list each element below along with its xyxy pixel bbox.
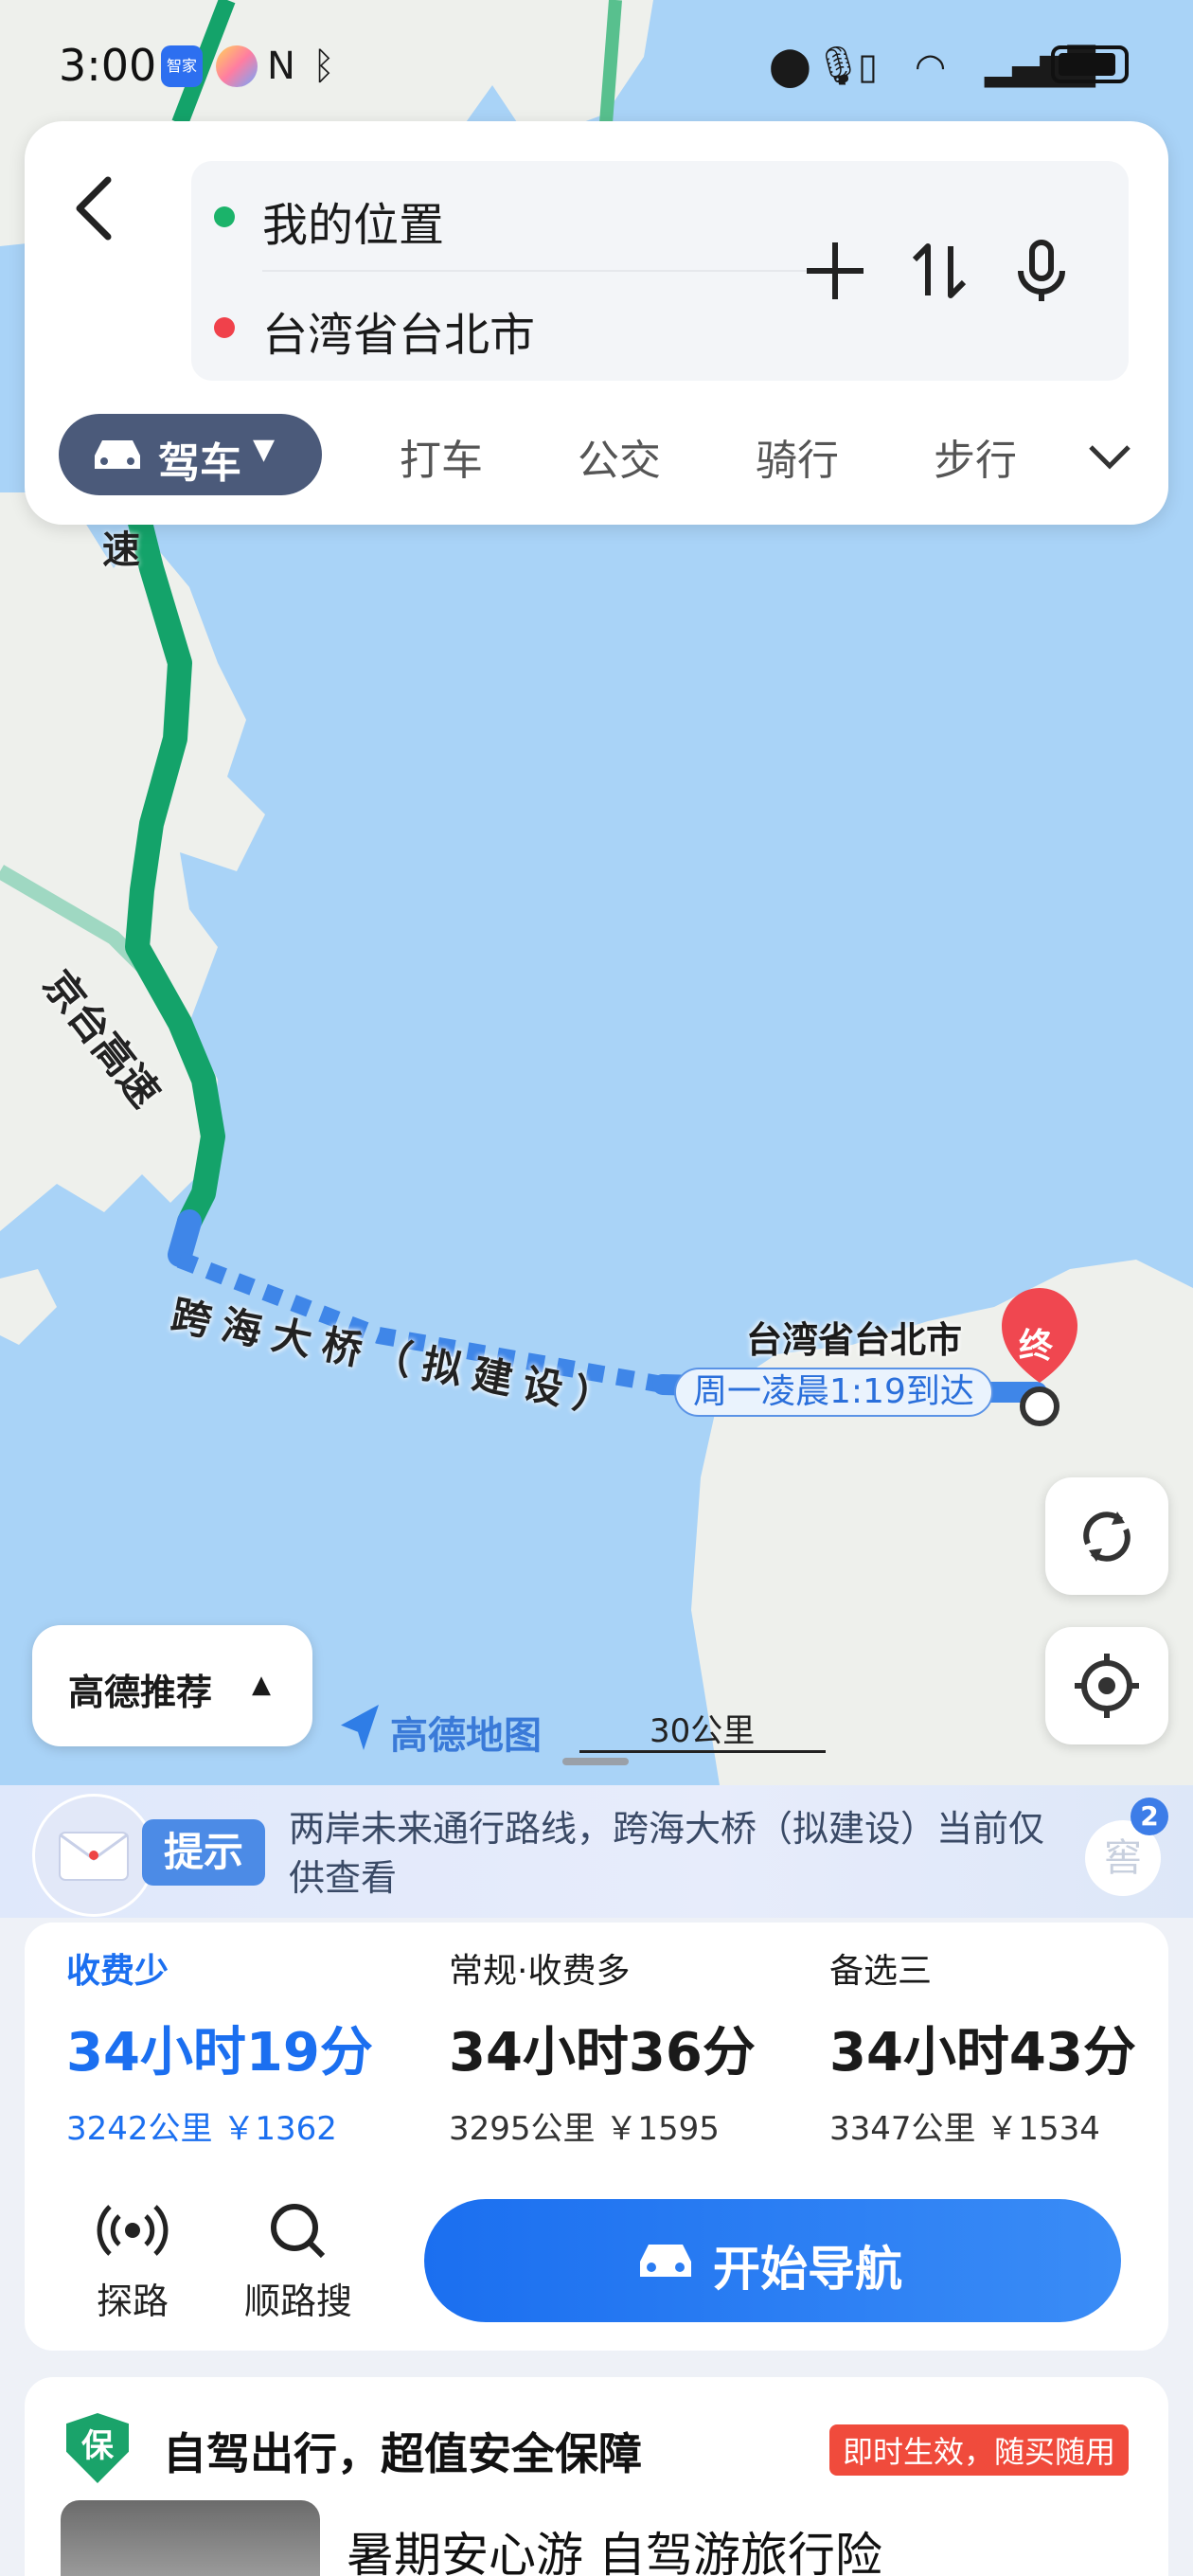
route-option-1[interactable]: 收费少 34小时19分 3242公里 ￥1362 [25, 1923, 407, 2169]
search-along-button[interactable]: 顺路搜 [237, 2197, 360, 2324]
road-label-top: 速 [102, 528, 140, 572]
chevron-down-icon[interactable] [1085, 432, 1134, 481]
caret-down-icon: ▼ [253, 433, 276, 466]
tip-badge: 提示 [142, 1819, 265, 1886]
route-info: 3242公里 ￥1362 [66, 2110, 337, 2148]
mode-walk-tab[interactable]: 步行 [934, 426, 1017, 487]
route-option-3[interactable]: 备选三 34小时43分 3347公里 ￥1534 [788, 1923, 1168, 2169]
mode-bike-tab[interactable]: 骑行 [756, 426, 839, 487]
amap-logo-text: 高德地图 [390, 1714, 542, 1758]
clock: 3:00 [59, 40, 157, 91]
insurance-tag: 即时生效，随买随用 [829, 2424, 1130, 2476]
route-time: 34小时36分 [449, 2022, 756, 2084]
location-icon: ⬤ [769, 45, 811, 88]
refresh-button[interactable] [1045, 1477, 1168, 1595]
status-bar: 3:00 智家 N ᛒ ⬤ 🎙 ▯ ◠ ▂▄▆█ [0, 0, 1193, 133]
eta-label: 周一凌晨1:19到达 [674, 1368, 993, 1417]
route-inputs: 我的位置 台湾省台北市 [191, 161, 1129, 381]
route-tag: 常规·收费多 [449, 1952, 631, 1991]
mail-icon [32, 1794, 155, 1917]
broadcast-icon [97, 2205, 169, 2256]
route-time: 34小时19分 [66, 2022, 373, 2084]
route-option-2[interactable]: 常规·收费多 34小时36分 3295公里 ￥1595 [407, 1923, 788, 2169]
start-navigation-button[interactable]: 开始导航 [424, 2199, 1121, 2322]
insurance-subtitle: 暑期安心游 自驾游旅行险 [347, 2528, 882, 2576]
bluetooth-icon: ᛒ [312, 45, 335, 88]
add-waypoint-icon[interactable] [797, 233, 873, 309]
avatar-count-badge: 2 [1131, 1798, 1168, 1835]
app-badge-icon: 智家 [161, 45, 203, 87]
scale-label: 30公里 [650, 1712, 756, 1750]
assistant-icon [216, 45, 258, 87]
search-icon [271, 2204, 326, 2259]
car-icon [95, 440, 140, 469]
battery-icon [1051, 45, 1129, 83]
refresh-icon [1083, 1512, 1131, 1562]
voice-input-icon[interactable] [1004, 233, 1079, 309]
preference-label: 高德推荐 [68, 1672, 213, 1713]
insurance-title: 自驾出行，超值安全保障 [163, 2428, 642, 2479]
end-marker-text: 终 [1019, 1327, 1054, 1366]
destination-field[interactable]: 台湾省台北市 [262, 297, 535, 364]
divider [262, 270, 811, 272]
origin-field[interactable]: 我的位置 [262, 188, 444, 254]
route-info: 3347公里 ￥1534 [829, 2110, 1100, 2148]
mode-taxi-tab[interactable]: 打车 [400, 426, 483, 487]
search-along-label: 顺路搜 [243, 2281, 352, 2322]
drag-handle[interactable] [562, 1758, 629, 1765]
back-button[interactable] [66, 170, 123, 246]
wifi-icon: ◠ [915, 45, 947, 87]
mode-drive-tab[interactable]: 驾车 ▼ [59, 414, 322, 495]
caret-up-icon: ▲ [252, 1671, 271, 1699]
explore-button[interactable]: 探路 [85, 2197, 180, 2324]
car-icon [640, 2245, 691, 2277]
explore-label: 探路 [96, 2281, 169, 2322]
preference-dropdown[interactable]: 高德推荐 ▲ [32, 1625, 312, 1746]
nfc-icon: N [267, 45, 295, 88]
destination-label: 台湾省台北市 [746, 1319, 963, 1361]
route-tag: 收费少 [66, 1952, 169, 1991]
locate-button[interactable] [1045, 1627, 1168, 1744]
vibrate-icon: ▯ [858, 45, 878, 87]
mode-transit-tab[interactable]: 公交 [578, 426, 661, 487]
route-info: 3295公里 ￥1595 [449, 2110, 720, 2148]
tip-text: 两岸未来通行路线，跨海大桥（拟建设）当前仅供查看 [289, 1808, 1045, 1899]
destination-dot-icon [214, 317, 235, 338]
swap-icon[interactable] [901, 233, 977, 309]
crosshair-icon [1075, 1654, 1139, 1718]
mic-icon: 🎙 [814, 45, 863, 88]
start-navigation-label: 开始导航 [713, 2242, 902, 2297]
scale-bar [579, 1750, 826, 1753]
insurance-thumbnail [61, 2500, 320, 2576]
origin-dot-icon [214, 206, 235, 227]
route-time: 34小时43分 [829, 2022, 1136, 2084]
mode-drive-label: 驾车 [158, 439, 241, 488]
route-tag: 备选三 [829, 1952, 933, 1991]
